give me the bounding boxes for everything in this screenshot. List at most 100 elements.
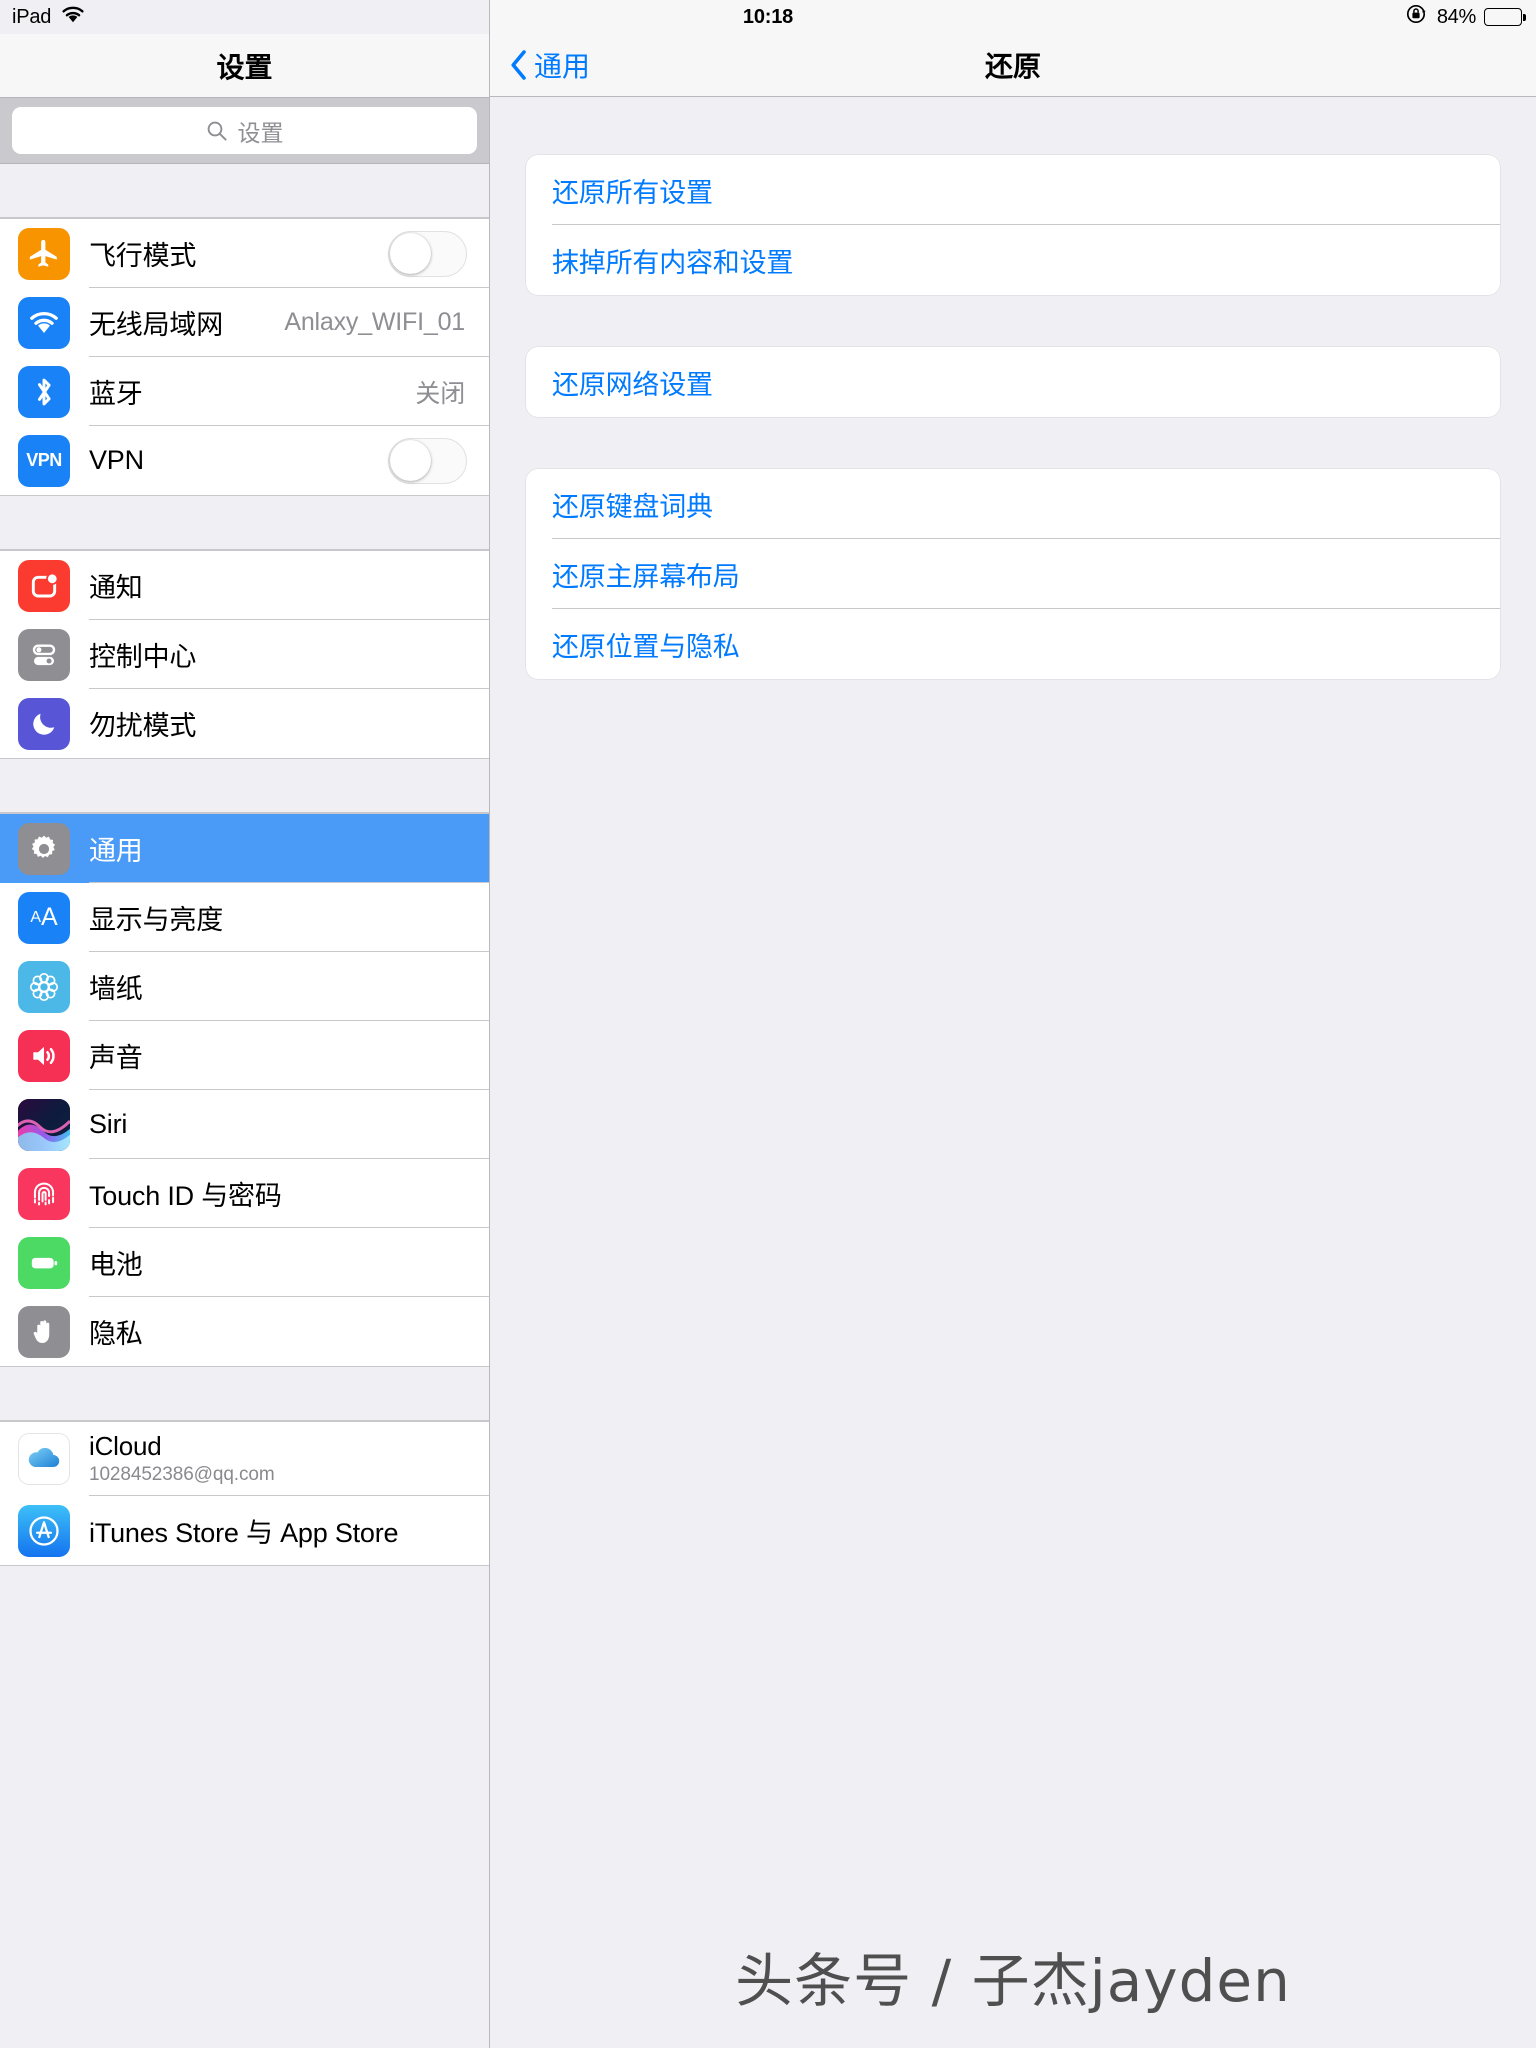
sidebar-item-label: 勿扰模式: [89, 711, 197, 741]
status-bar-right: 84%: [1405, 2, 1526, 32]
wifi-icon: [18, 296, 70, 349]
reset-network-settings-label: 还原网络设置: [552, 369, 713, 400]
sidebar-item-label: 无线局域网: [89, 310, 223, 340]
touch-id-icon: [18, 1167, 70, 1220]
sidebar-group-accounts: iCloud 1028452386@qq.com iTunes Store 与 …: [0, 1421, 489, 1566]
sidebar-item-label: 声音: [89, 1043, 143, 1073]
back-button[interactable]: 通用: [510, 45, 590, 85]
sidebar-item-control-center[interactable]: 控制中心: [0, 620, 489, 689]
sidebar-group-system: 通用 AA 显示与亮度 墙纸 声音 Siri Touch ID 与密码 电池 隐…: [0, 813, 489, 1367]
wallpaper-icon: [18, 960, 70, 1013]
privacy-icon: [18, 1305, 70, 1358]
display-brightness-icon: AA: [18, 891, 70, 944]
sidebar-group-spacer: [0, 759, 489, 813]
notifications-icon: [18, 559, 70, 612]
reset-all-settings-label: 还原所有设置: [552, 177, 713, 208]
sidebar-item-label: 墙纸: [89, 974, 143, 1004]
sidebar-item-do-not-disturb[interactable]: 勿扰模式: [0, 689, 489, 758]
settings-sidebar[interactable]: 设置 设置 飞行模式 无线局域网 Anlaxy_WIFI_01 蓝牙 关闭 VP…: [0, 0, 490, 2048]
sidebar-item-touch-id[interactable]: Touch ID 与密码: [0, 1159, 489, 1228]
sidebar-item-general[interactable]: 通用: [0, 814, 489, 883]
erase-all-content-label: 抹掉所有内容和设置: [552, 247, 794, 278]
sidebar-group-spacer: [0, 164, 489, 218]
sidebar-item-notifications[interactable]: 通知: [0, 551, 489, 620]
ipad-settings-screen: iPad 10:18 84% 设置 设置 飞行模式 无线局域网 Anlaxy_W…: [0, 0, 1536, 2048]
vpn-icon: VPN: [18, 434, 70, 487]
sidebar-item-label: 通知: [89, 573, 143, 603]
detail-content: 还原所有设置 抹掉所有内容和设置 还原网络设置 还原键盘词典 还原主屏幕布局 还…: [490, 97, 1536, 679]
chevron-left-icon: [510, 49, 527, 80]
sidebar-item-icloud[interactable]: iCloud 1028452386@qq.com: [0, 1422, 489, 1496]
sounds-icon: [18, 1029, 70, 1082]
reset-group-3: 还原键盘词典 还原主屏幕布局 还原位置与隐私: [526, 469, 1500, 679]
reset-all-settings-button[interactable]: 还原所有设置: [526, 155, 1500, 225]
sidebar-item-display-brightness[interactable]: AA 显示与亮度: [0, 883, 489, 952]
sidebar-item-label: Siri: [89, 1109, 128, 1139]
sidebar-group-spacer: [0, 1367, 489, 1421]
bluetooth-status-value: 关闭: [415, 379, 465, 408]
battery-icon: [18, 1236, 70, 1289]
page-title: 设置: [0, 34, 489, 97]
reset-location-privacy-button[interactable]: 还原位置与隐私: [526, 609, 1500, 679]
sidebar-item-wallpaper[interactable]: 墙纸: [0, 952, 489, 1021]
do-not-disturb-icon: [18, 697, 70, 750]
rotation-lock-icon: [1405, 2, 1429, 32]
sidebar-item-bluetooth[interactable]: 蓝牙 关闭: [0, 357, 489, 426]
sidebar-group-connectivity: 飞行模式 无线局域网 Anlaxy_WIFI_01 蓝牙 关闭 VPN VPN: [0, 218, 489, 496]
sidebar-item-label: 电池: [89, 1250, 143, 1280]
sidebar-item-airplane-mode[interactable]: 飞行模式: [0, 219, 489, 288]
search-bar-container: 设置: [0, 97, 489, 164]
sidebar-item-label: 控制中心: [89, 642, 197, 672]
search-placeholder: 设置: [237, 119, 284, 146]
wifi-network-name: Anlaxy_WIFI_01: [284, 308, 465, 336]
sidebar-item-vpn[interactable]: VPN VPN: [0, 426, 489, 495]
control-center-icon: [18, 628, 70, 681]
sidebar-item-sounds[interactable]: 声音: [0, 1021, 489, 1090]
airplane-icon: [18, 227, 70, 280]
reset-group-1: 还原所有设置 抹掉所有内容和设置: [526, 155, 1500, 295]
erase-all-content-button[interactable]: 抹掉所有内容和设置: [526, 225, 1500, 295]
battery-icon: [1484, 8, 1526, 26]
bluetooth-icon: [18, 365, 70, 418]
icloud-icon: [18, 1433, 70, 1485]
reset-keyboard-dictionary-button[interactable]: 还原键盘词典: [526, 469, 1500, 539]
sidebar-item-label: iCloud: [89, 1431, 162, 1462]
reset-home-screen-layout-label: 还原主屏幕布局: [552, 561, 740, 592]
siri-icon: [18, 1098, 70, 1151]
search-input[interactable]: 设置: [12, 107, 477, 154]
status-bar-time: 10:18: [742, 5, 794, 28]
sidebar-item-battery[interactable]: 电池: [0, 1228, 489, 1297]
sidebar-group-spacer: [0, 496, 489, 550]
sidebar-item-label: 蓝牙: [89, 379, 143, 409]
reset-group-2: 还原网络设置: [526, 347, 1500, 417]
battery-percentage: 84%: [1436, 5, 1476, 28]
sidebar-item-label: 显示与亮度: [89, 905, 223, 935]
airplane-mode-toggle[interactable]: [388, 230, 467, 277]
icloud-account-info: iCloud 1028452386@qq.com: [89, 1432, 275, 1485]
sidebar-item-label: Touch ID 与密码: [89, 1181, 282, 1211]
search-icon: [206, 120, 228, 142]
sidebar-group-alerts: 通知 控制中心 勿扰模式: [0, 550, 489, 759]
general-gear-icon: [18, 822, 70, 875]
detail-pane: 通用 还原 还原所有设置 抹掉所有内容和设置 还原网络设置 还原键盘词典 还原主…: [490, 0, 1536, 2048]
app-store-icon: [18, 1504, 70, 1557]
sidebar-item-wifi[interactable]: 无线局域网 Anlaxy_WIFI_01: [0, 288, 489, 357]
sidebar-item-label: 隐私: [89, 1319, 143, 1349]
watermark-text: 头条号 / 子杰jayden: [735, 1947, 1291, 2015]
icloud-account-email: 1028452386@qq.com: [89, 1463, 275, 1485]
sidebar-item-itunes-app-store[interactable]: iTunes Store 与 App Store: [0, 1496, 489, 1565]
reset-location-privacy-label: 还原位置与隐私: [552, 631, 740, 662]
sidebar-item-label: VPN: [89, 445, 144, 475]
reset-network-settings-button[interactable]: 还原网络设置: [526, 347, 1500, 417]
reset-keyboard-dictionary-label: 还原键盘词典: [552, 491, 713, 522]
sidebar-item-siri[interactable]: Siri: [0, 1090, 489, 1159]
status-bar: iPad 10:18 84%: [0, 0, 1536, 34]
back-button-label: 通用: [534, 50, 591, 82]
vpn-toggle[interactable]: [388, 437, 467, 484]
detail-title: 还原: [984, 50, 1041, 82]
sidebar-item-label: 通用: [89, 836, 143, 866]
sidebar-item-label: 飞行模式: [89, 241, 197, 271]
sidebar-item-privacy[interactable]: 隐私: [0, 1297, 489, 1366]
sidebar-item-label: iTunes Store 与 App Store: [89, 1518, 399, 1548]
reset-home-screen-layout-button[interactable]: 还原主屏幕布局: [526, 539, 1500, 609]
